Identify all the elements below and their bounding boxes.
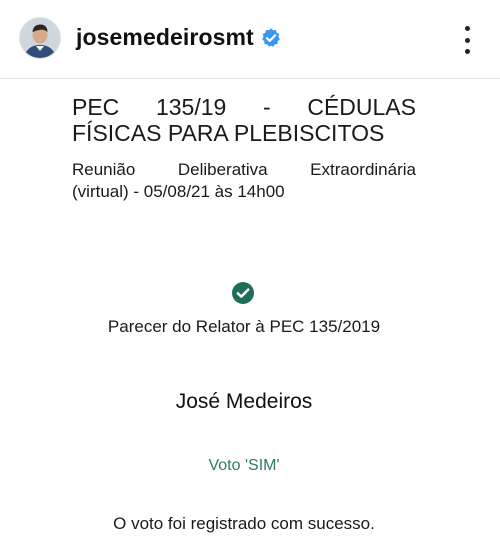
title-line-2: FÍSICAS PARA PLEBISCITOS xyxy=(72,120,385,146)
post-header: josemedeirosmt xyxy=(0,0,500,78)
post-image[interactable]: PEC 135/19 - CÉDULAS FÍSICAS PARA PLEBIS… xyxy=(0,79,500,550)
more-vertical-icon xyxy=(464,49,470,54)
title-word: PEC xyxy=(72,94,120,120)
meeting-info-line-2: (virtual) - 05/08/21 às 14h00 xyxy=(72,182,285,201)
more-vertical-icon xyxy=(464,37,470,43)
voter-name: José Medeiros xyxy=(175,390,313,413)
avatar-photo xyxy=(20,18,60,58)
verified-badge-icon xyxy=(261,27,280,47)
parecer-text: Parecer do Relator à PEC 135/2019 xyxy=(107,317,381,336)
username-text[interactable]: josemedeirosmt xyxy=(76,24,254,51)
check-circle-icon xyxy=(232,282,254,304)
meeting-word: Deliberativa xyxy=(177,160,268,179)
title-word: 135/19 xyxy=(155,94,227,120)
page-title: PEC 135/19 - CÉDULAS FÍSICAS PARA PLEBIS… xyxy=(72,94,416,146)
avatar[interactable] xyxy=(20,18,60,58)
more-options-button[interactable] xyxy=(455,26,479,54)
meeting-word: Reunião xyxy=(72,160,136,179)
vote-value: Voto 'SIM' xyxy=(208,457,280,474)
title-line-1: PEC 135/19 - CÉDULAS xyxy=(72,94,416,120)
meeting-word: Extraordinária xyxy=(310,160,416,179)
more-vertical-icon xyxy=(464,26,470,31)
title-word: - xyxy=(263,94,271,120)
username[interactable]: josemedeirosmt xyxy=(76,24,282,51)
title-word: CÉDULAS xyxy=(307,94,416,120)
meeting-info: Reunião Deliberativa Extraordinária (vir… xyxy=(72,159,416,203)
success-message: O voto foi registrado com sucesso. xyxy=(113,514,375,533)
meeting-info-line-1: Reunião Deliberativa Extraordinária xyxy=(72,159,416,181)
